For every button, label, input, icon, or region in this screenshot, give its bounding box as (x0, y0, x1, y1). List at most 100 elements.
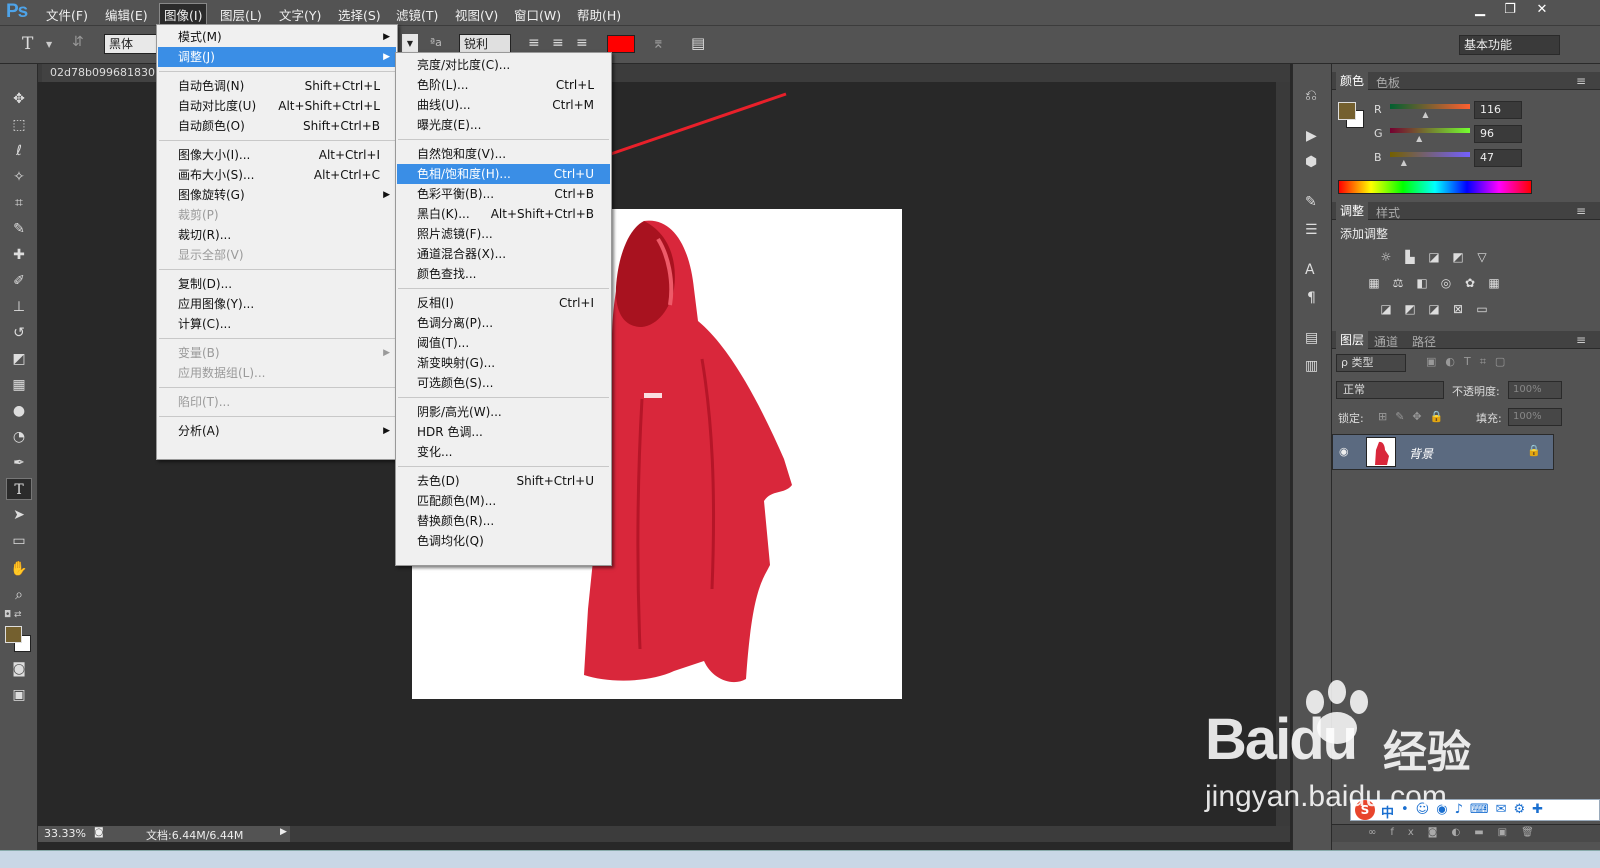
adjust-menu-item[interactable]: 照片滤镜(F)... (397, 224, 610, 244)
red-value-field[interactable]: 116 (1474, 101, 1522, 119)
minimize-button[interactable]: ▁ (1466, 1, 1494, 19)
image-menu-item[interactable]: 陷印(T)... (158, 392, 396, 412)
menu-filter[interactable]: 滤镜(T) (392, 4, 442, 25)
zoom-tool-icon[interactable]: ⌕ (6, 584, 32, 606)
color-balance-icon[interactable]: ⚖ (1390, 276, 1406, 290)
image-menu-item[interactable]: 变量(B) ▶ (158, 343, 396, 363)
menu-type[interactable]: 文字(Y) (275, 4, 325, 25)
image-menu-item[interactable]: 裁切(R)... (158, 225, 396, 245)
adjust-menu-item[interactable]: 通道混合器(X)... (397, 244, 610, 264)
threshold-icon[interactable]: ◪ (1426, 302, 1442, 316)
antialias-select[interactable]: 锐利 (459, 34, 511, 54)
character-icon[interactable]: A (1305, 262, 1315, 278)
foreground-color-swatch[interactable] (5, 626, 22, 643)
eraser-tool-icon[interactable]: ◩ (6, 348, 32, 370)
image-menu-item[interactable]: 自动对比度(U) Alt+Shift+Ctrl+L (158, 96, 396, 116)
image-menu-item[interactable]: 计算(C)... (158, 314, 396, 334)
adjust-menu-item[interactable]: 色彩平衡(B)... Ctrl+B (397, 184, 610, 204)
menu-file[interactable]: 文件(F) (42, 4, 92, 25)
visibility-eye-icon[interactable]: ◉ (1339, 445, 1349, 458)
curves-icon[interactable]: ◪ (1426, 250, 1442, 264)
path-selection-tool-icon[interactable]: ➤ (6, 504, 32, 526)
adjust-menu-item[interactable]: 色调均化(Q) (397, 531, 610, 551)
zoom-level[interactable]: 33.33% (44, 827, 86, 840)
adjust-menu-item[interactable]: 自然饱和度(V)... (397, 144, 610, 164)
photo-filter-icon[interactable]: ◎ (1438, 276, 1454, 290)
layers-footer-icons[interactable]: ∞fx◙◐▬▣🗑 (1368, 827, 1548, 838)
character-panel-icon[interactable]: ▤ (691, 34, 705, 52)
gradient-map-icon[interactable]: ▭ (1474, 302, 1490, 316)
brush-panel-icon[interactable]: ✎ (1305, 194, 1317, 210)
image-menu-item[interactable]: 应用图像(Y)... (158, 294, 396, 314)
color-lookup-icon[interactable]: ▦ (1486, 276, 1502, 290)
text-orientation-icon[interactable]: ⇵ (72, 34, 84, 50)
hand-tool-icon[interactable]: ✋ (6, 558, 32, 580)
panel-menu-icon[interactable]: ≡ (1576, 74, 1586, 88)
fill-field[interactable]: 100% (1508, 408, 1562, 426)
layer-row-background[interactable]: ◉ 背景 🔒 (1332, 434, 1554, 470)
font-family-field[interactable]: 黑体 (104, 34, 158, 54)
status-arrow-icon[interactable]: ▶ (280, 827, 287, 837)
screen-mode-icon[interactable]: ▣ (6, 684, 32, 706)
tab-adjustments[interactable]: 调整 (1336, 202, 1369, 220)
color-panel-foreground[interactable] (1338, 102, 1356, 120)
chevron-down-icon[interactable]: ▼ (46, 40, 52, 49)
image-menu-item[interactable]: 图像大小(I)... Alt+Ctrl+I (158, 145, 396, 165)
align-left-icon[interactable]: ≡ (528, 35, 540, 51)
font-size-dropdown[interactable]: ▼ (402, 34, 418, 54)
adjust-menu-item[interactable]: HDR 色调... (397, 422, 610, 442)
image-menu-item[interactable]: 自动色调(N) Shift+Ctrl+L (158, 76, 396, 96)
black-white-icon[interactable]: ◧ (1414, 276, 1430, 290)
notes-icon[interactable]: ▥ (1305, 358, 1318, 374)
adjust-menu-item[interactable]: 色调分离(P)... (397, 313, 610, 333)
move-tool-icon[interactable]: ✥ (6, 88, 32, 110)
posterize-icon[interactable]: ◩ (1402, 302, 1418, 316)
image-menu-item[interactable]: 调整(J) ▶ (158, 47, 396, 67)
magic-wand-tool-icon[interactable]: ✧ (6, 166, 32, 188)
image-menu-item[interactable]: 应用数据组(L)... (158, 363, 396, 383)
adjust-menu-item[interactable]: 颜色查找... (397, 264, 610, 284)
menu-help[interactable]: 帮助(H) (573, 4, 625, 25)
brush-presets-icon[interactable]: ☰ (1305, 222, 1318, 238)
healing-brush-tool-icon[interactable]: ✚ (6, 244, 32, 266)
adjust-menu-item[interactable]: 色阶(L)... Ctrl+L (397, 75, 610, 95)
adjust-menu-item[interactable]: 去色(D) Shift+Ctrl+U (397, 471, 610, 491)
3d-panel-icon[interactable]: ⬢ (1305, 154, 1317, 170)
tab-channels[interactable]: 通道 (1374, 333, 1398, 350)
adjust-menu-item[interactable]: 阈值(T)... (397, 333, 610, 353)
adjust-menu-item[interactable]: 黑白(K)... Alt+Shift+Ctrl+B (397, 204, 610, 224)
hue-sat-icon[interactable]: ▦ (1366, 276, 1382, 290)
adjust-menu-item[interactable]: 曝光度(E)... (397, 115, 610, 135)
crop-tool-icon[interactable]: ⌗ (6, 192, 32, 214)
panel-menu-icon[interactable]: ≡ (1576, 204, 1586, 218)
opacity-field[interactable]: 100% (1508, 381, 1562, 399)
paragraph-icon[interactable]: ¶ (1307, 290, 1316, 306)
adjust-menu-item[interactable]: 曲线(U)... Ctrl+M (397, 95, 610, 115)
restore-button[interactable]: ❐ (1496, 1, 1524, 19)
menu-edit[interactable]: 编辑(E) (101, 4, 152, 25)
exposure-icon[interactable]: ◩ (1450, 250, 1466, 264)
green-value-field[interactable]: 96 (1474, 125, 1522, 143)
red-slider-thumb[interactable]: ▲ (1422, 110, 1428, 119)
workspace-select[interactable]: 基本功能 (1459, 35, 1560, 55)
eyedropper-tool-icon[interactable]: ✎ (6, 218, 32, 240)
layer-filter-select[interactable]: ρ 类型 (1336, 354, 1406, 372)
shape-tool-icon[interactable]: ▭ (6, 530, 32, 552)
image-menu-item[interactable]: 复制(D)... (158, 274, 396, 294)
horizontal-scrollbar[interactable] (290, 826, 1290, 842)
adjust-menu-item[interactable]: 亮度/对比度(C)... (397, 55, 610, 75)
blue-value-field[interactable]: 47 (1474, 149, 1522, 167)
image-menu-item[interactable]: 图像旋转(G) ▶ (158, 185, 396, 205)
image-menu-item[interactable]: 画布大小(S)... Alt+Ctrl+C (158, 165, 396, 185)
blur-tool-icon[interactable]: ● (6, 400, 32, 422)
quick-mask-icon[interactable]: ◙ (6, 658, 32, 680)
warp-text-icon[interactable]: ⌆ (652, 34, 665, 52)
blend-mode-select[interactable]: 正常 (1336, 381, 1444, 399)
brush-tool-icon[interactable]: ✐ (6, 270, 32, 292)
dodge-tool-icon[interactable]: ◔ (6, 426, 32, 448)
adjust-menu-item[interactable]: 渐变映射(G)... (397, 353, 610, 373)
pen-tool-icon[interactable]: ✒ (6, 452, 32, 474)
menu-window[interactable]: 窗口(W) (510, 4, 565, 25)
image-menu-item[interactable]: 显示全部(V) (158, 245, 396, 265)
menu-layer[interactable]: 图层(L) (216, 4, 266, 25)
